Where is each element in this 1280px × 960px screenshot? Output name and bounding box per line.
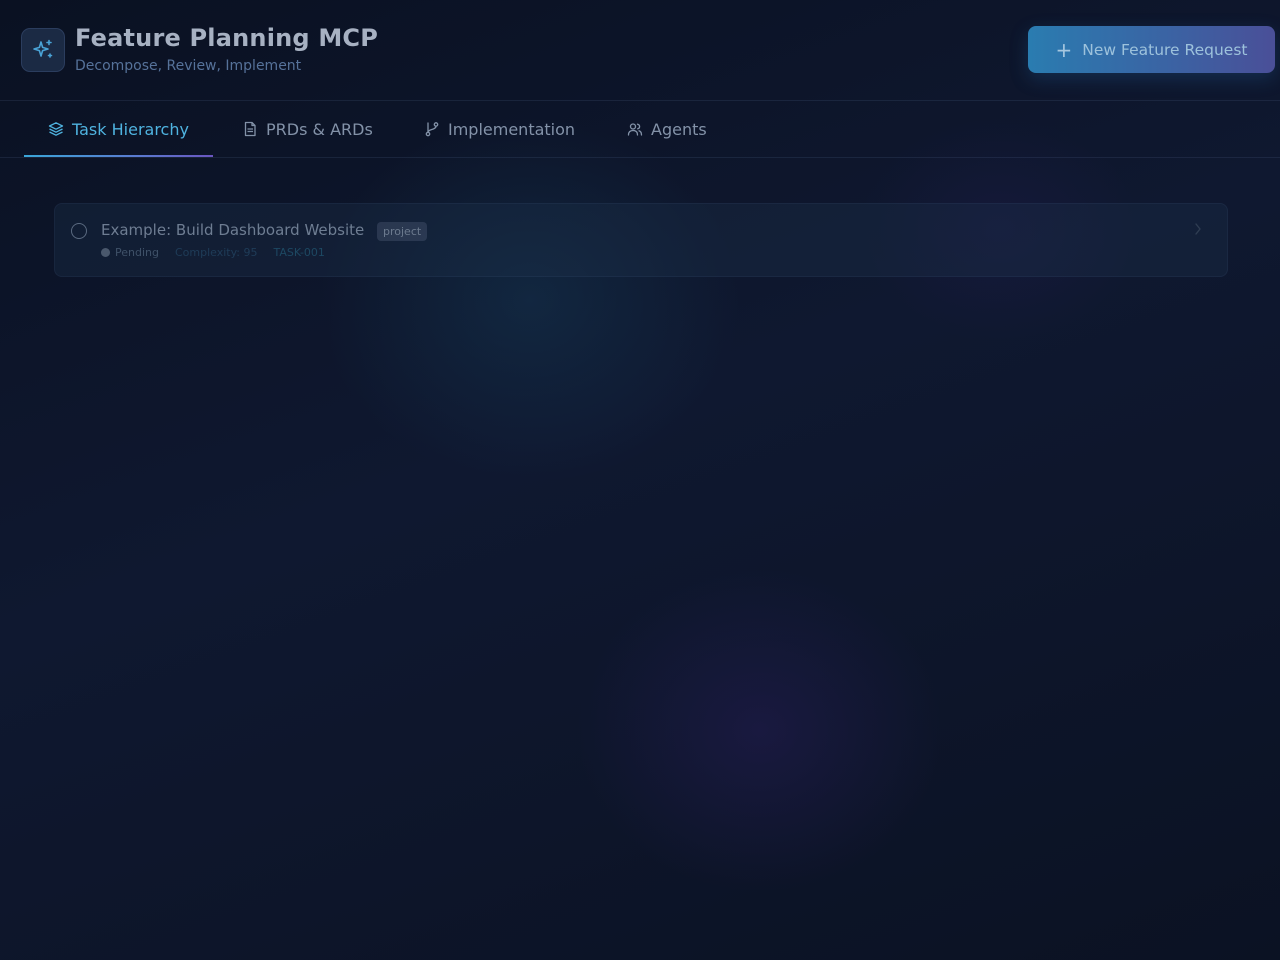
tab-implementation[interactable]: Implementation <box>424 101 575 157</box>
app-title: Feature Planning MCP <box>75 24 379 52</box>
task-id: TASK-001 <box>273 246 325 259</box>
tab-agents[interactable]: Agents <box>627 101 707 157</box>
status-dot-icon <box>101 248 110 257</box>
app-logo <box>21 28 65 72</box>
status-badge: Pending <box>101 246 159 259</box>
tab-prds-ards[interactable]: PRDs & ARDs <box>242 101 373 157</box>
status-circle-icon[interactable] <box>71 223 87 239</box>
new-feature-request-button[interactable]: + New Feature Request <box>1028 26 1275 73</box>
git-branch-icon <box>424 121 440 137</box>
plus-icon: + <box>1055 37 1073 62</box>
active-tab-indicator <box>24 155 213 157</box>
task-title: Example: Build Dashboard Website <box>101 221 365 239</box>
new-feature-request-label: New Feature Request <box>1082 40 1248 59</box>
task-status: Pending <box>115 246 159 259</box>
document-icon <box>242 121 258 137</box>
tab-label: Implementation <box>448 119 576 139</box>
sparkles-icon <box>33 39 53 58</box>
tab-label: Task Hierarchy <box>72 119 189 139</box>
app-root: Feature Planning MCP Decompose, Review, … <box>0 0 1280 960</box>
tab-task-hierarchy[interactable]: Task Hierarchy <box>48 101 189 157</box>
app-subtitle: Decompose, Review, Implement <box>75 58 302 74</box>
tab-bar: Task Hierarchy PRDs & ARDs Implementatio… <box>0 101 1280 158</box>
app-header: Feature Planning MCP Decompose, Review, … <box>0 0 1280 101</box>
task-row[interactable]: Example: Build Dashboard Website project… <box>54 203 1228 277</box>
layers-icon <box>48 121 64 137</box>
tab-label: PRDs & ARDs <box>266 119 373 139</box>
task-complexity: Complexity: 95 <box>174 246 258 259</box>
tab-label: Agents <box>651 119 707 139</box>
users-icon <box>627 121 643 137</box>
chevron-right-icon[interactable] <box>1193 222 1203 236</box>
task-meta: Pending Complexity: 95 TASK-001 <box>101 246 325 259</box>
task-type-badge: project <box>377 222 428 241</box>
